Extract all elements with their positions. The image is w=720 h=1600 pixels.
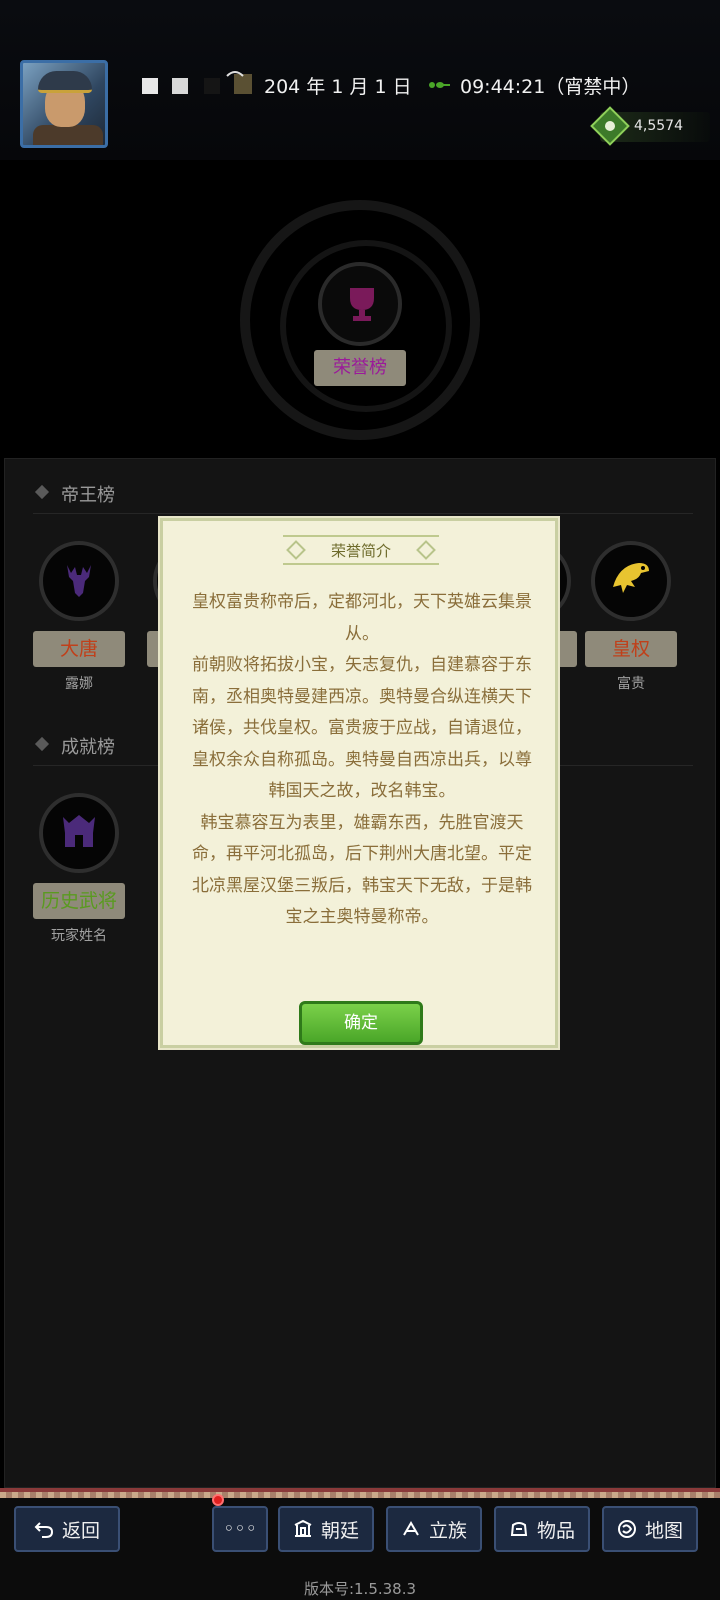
achievement-ranking-title: 成就榜 [61,737,115,758]
bottom-navigation: 返回 ◦◦◦ 朝廷 立族 物品 地图 版本号:1.5.38.3 [0,1488,720,1600]
game-date: 204 年 1 月 1 日 [264,76,412,98]
status-squares [142,74,262,96]
items-label: 物品 [536,1519,575,1542]
divider [33,513,693,514]
dialog-title: 荣誉简介 [330,542,391,560]
slot-subtitle: 露娜 [65,676,93,692]
flag-icon [403,1521,419,1536]
back-label: 返回 [61,1519,100,1542]
confirm-button[interactable]: 确定 [299,1001,423,1045]
emperor-ranking-title: 帝王榜 [61,485,115,506]
dialog-body: 皇权富贵称帝后，定都河北，天下英雄云集景从。 前朝败将拓拔小宝，矢志复仇，自建慕… [187,587,537,934]
top-bar: 204 年 1 月 1 日 09:44:21（宵禁中） 4,5574 [0,0,720,160]
game-time: 09:44:21（宵禁中） [460,76,641,98]
helmet-icon [63,815,95,847]
achievement-slot-historical-general[interactable]: 历史武将 玩家姓名 [29,793,129,945]
trophy-icon [350,288,374,321]
bag-icon [510,1522,528,1536]
money-bag-icon [590,106,630,146]
avatar-helmet [38,71,92,93]
slot-ring [39,541,119,621]
dialog-paragraph: 韩宝慕容互为表里，雄霸东西，先胜官渡天命，再平河北孤岛，后下荆州大唐北望。平定北… [192,812,532,928]
eagle-icon [613,563,649,593]
section-bullet [34,736,50,752]
palace-icon [294,1519,312,1537]
back-arrow-icon [34,1522,53,1538]
slot-tag: 皇权 [585,631,677,667]
map-label: 地图 [644,1519,683,1542]
map-icon [617,1520,636,1538]
map-button[interactable]: 地图 [602,1506,698,1552]
dialog-paragraph: 皇权富贵称帝后，定都河北，天下英雄云集景从。 [192,592,532,644]
slot-subtitle: 玩家姓名 [51,928,107,944]
ant-icon [429,82,450,88]
court-label: 朝廷 [320,1519,359,1542]
back-button[interactable]: 返回 [14,1506,120,1552]
emperor-slot-huangquan[interactable]: 皇权 富贵 [581,541,681,693]
section-bullet [34,484,50,500]
player-avatar[interactable] [20,60,108,148]
dialog-title-bar: 荣誉简介 [283,535,439,565]
avatar-body [33,125,103,145]
umbrella-icon [226,71,244,77]
slot-ring [591,541,671,621]
more-label: ◦◦◦ [223,1518,257,1540]
currency-display[interactable]: 4,5574 [590,106,710,146]
emperor-slot-datang[interactable]: 大唐 露娜 [29,541,129,693]
slot-subtitle: 富贵 [617,676,645,692]
notification-badge [212,1494,224,1506]
dialog-paragraph: 前朝败将拓拔小宝，矢志复仇，自建慕容于东南，丞相奥特曼建西凉。奥特曼合纵连横天下… [192,655,532,801]
more-button[interactable]: ◦◦◦ [212,1506,268,1552]
honor-trophy-button[interactable] [318,262,402,346]
court-button[interactable]: 朝廷 [278,1506,374,1552]
honor-board-label: 荣誉榜 [314,350,406,386]
clan-button[interactable]: 立族 [386,1506,482,1552]
version-text: 版本号:1.5.38.3 [303,1580,417,1598]
honor-intro-dialog: 荣誉简介 皇权富贵称帝后，定都河北，天下英雄云集景从。 前朝败将拓拔小宝，矢志复… [160,518,558,1048]
slot-tag: 历史武将 [33,883,125,919]
clan-label: 立族 [428,1519,467,1542]
decorative-trim [0,1492,720,1498]
slot-ring [39,793,119,873]
items-button[interactable]: 物品 [494,1506,590,1552]
currency-value: 4,5574 [634,118,683,134]
deer-icon [67,565,91,597]
slot-tag: 大唐 [33,631,125,667]
